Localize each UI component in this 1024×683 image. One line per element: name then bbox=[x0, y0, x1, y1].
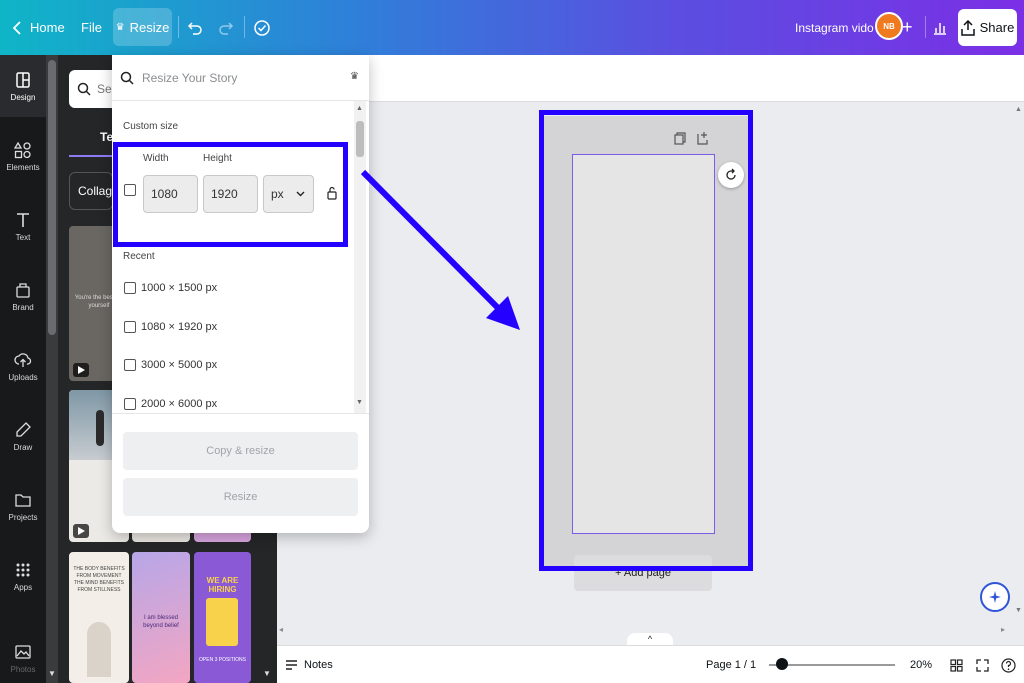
annotation-arrow bbox=[360, 169, 520, 330]
arrow-shaft bbox=[360, 169, 503, 313]
